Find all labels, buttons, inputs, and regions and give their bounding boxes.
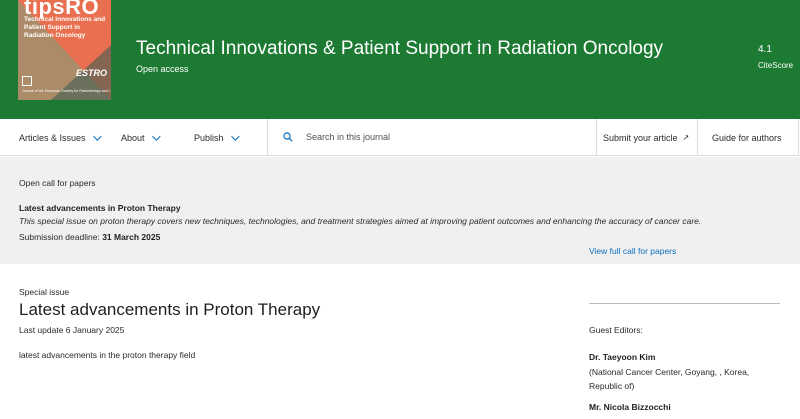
editor-name: Dr. Taeyoon Kim (589, 352, 656, 362)
nav-divider (697, 119, 698, 156)
page-title: Latest advancements in Proton Therapy (19, 300, 321, 319)
special-issue-description: latest advancements in the proton therap… (19, 350, 196, 360)
submit-article-label: Submit your article (603, 132, 678, 143)
nav-divider (596, 119, 597, 156)
nav-divider (267, 119, 268, 156)
call-for-papers-label: Open call for papers (19, 178, 96, 188)
nav-articles-issues[interactable]: Articles & Issues (19, 119, 102, 156)
submit-article-link[interactable]: Submit your article ↗ (603, 119, 689, 156)
open-access-label: Open access (136, 64, 189, 74)
journal-cover-image[interactable]: tipsRO Technical Innovations and Patient… (18, 0, 111, 100)
nav-about-label: About (121, 132, 145, 143)
search-icon[interactable] (283, 132, 293, 142)
deadline-label: Submission deadline: (19, 232, 100, 242)
cover-footer: Journal of the European Society for Radi… (22, 89, 110, 93)
citescore-label[interactable]: CiteScore (758, 61, 793, 70)
special-issue-label: Special issue (19, 287, 70, 297)
guest-editors-heading: Guest Editors: (589, 325, 643, 335)
citescore-value[interactable]: 4.1 (758, 44, 772, 55)
external-link-icon: ↗ (682, 133, 690, 142)
chevron-down-icon (92, 131, 102, 141)
call-for-papers-description: This special issue on proton therapy cov… (19, 216, 702, 226)
guide-for-authors-label: Guide for authors (712, 132, 782, 143)
journal-search-input[interactable] (300, 126, 585, 148)
nav-articles-issues-label: Articles & Issues (19, 132, 86, 143)
elsevier-logo-icon (22, 76, 32, 86)
view-full-call-link[interactable]: View full call for papers (589, 246, 676, 256)
nav-publish[interactable]: Publish (194, 119, 240, 156)
deadline-value: 31 March 2025 (102, 232, 161, 242)
editor-name: Mr. Nicola Bizzocchi (589, 402, 671, 412)
chevron-down-icon (230, 131, 240, 141)
submission-deadline: Submission deadline: 31 March 2025 (19, 232, 160, 242)
nav-divider (798, 119, 799, 156)
nav-publish-label: Publish (194, 132, 224, 143)
cover-subtitle: Technical Innovations and Patient Suppor… (24, 16, 106, 39)
journal-header: tipsRO Technical Innovations and Patient… (0, 0, 800, 119)
call-for-papers-banner: Open call for papers Latest advancements… (0, 157, 800, 264)
cover-society: ESTRO (75, 68, 107, 78)
nav-about[interactable]: About (121, 119, 161, 156)
journal-title[interactable]: Technical Innovations & Patient Support … (136, 38, 663, 60)
editor-affiliation: (National Cancer Center, Goyang, , Korea… (589, 367, 750, 391)
chevron-down-icon (151, 131, 161, 141)
call-for-papers-title: Latest advancements in Proton Therapy (19, 203, 181, 213)
last-update: Last update 6 January 2025 (19, 325, 125, 335)
guide-for-authors-link[interactable]: Guide for authors (712, 119, 782, 156)
aside-divider (589, 303, 780, 304)
